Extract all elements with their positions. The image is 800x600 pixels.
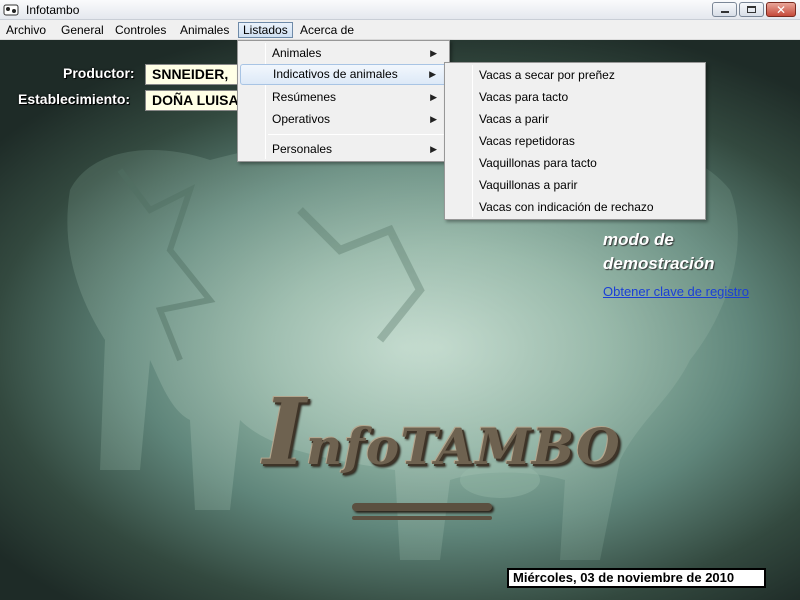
menu-bar: Archivo General Controles Animales Lista… bbox=[0, 20, 800, 40]
menu-item-label: Resúmenes bbox=[272, 90, 337, 104]
menu-item-vaquillonas-parir[interactable]: Vaquillonas a parir bbox=[447, 175, 703, 196]
title-bar: Infotambo ✕ bbox=[0, 0, 800, 20]
menu-item-vacas-tacto[interactable]: Vacas para tacto bbox=[447, 87, 703, 108]
submenu-arrow-icon: ▶ bbox=[430, 48, 437, 58]
menu-controles[interactable]: Controles bbox=[111, 22, 170, 38]
close-icon: ✕ bbox=[776, 3, 787, 17]
menu-item-personales[interactable]: Personales ▶ bbox=[240, 139, 447, 160]
logo-underline bbox=[352, 503, 492, 511]
menu-separator bbox=[268, 134, 445, 135]
menu-item-resumenes[interactable]: Resúmenes ▶ bbox=[240, 87, 447, 108]
menu-item-vacas-rechazo[interactable]: Vacas con indicación de rechazo bbox=[447, 197, 703, 218]
menu-listados[interactable]: Listados bbox=[238, 22, 293, 38]
date-display: Miércoles, 03 de noviembre de 2010 bbox=[507, 568, 766, 588]
submenu-arrow-icon: ▶ bbox=[429, 69, 436, 79]
register-link[interactable]: Obtener clave de registro bbox=[603, 284, 749, 299]
menu-archivo[interactable]: Archivo bbox=[2, 22, 50, 38]
establecimiento-field[interactable]: DOÑA LUISA bbox=[145, 90, 239, 111]
menu-animales[interactable]: Animales bbox=[176, 22, 233, 38]
menu-item-label: Operativos bbox=[272, 112, 331, 126]
establecimiento-label: Establecimiento: bbox=[18, 91, 131, 107]
menu-item-animales[interactable]: Animales ▶ bbox=[240, 43, 447, 64]
indicativos-submenu: Vacas a secar por preñez Vacas para tact… bbox=[444, 62, 706, 220]
menu-item-vacas-repetidoras[interactable]: Vacas repetidoras bbox=[447, 131, 703, 152]
submenu-arrow-icon: ▶ bbox=[430, 114, 437, 124]
menu-item-operativos[interactable]: Operativos ▶ bbox=[240, 109, 447, 130]
productor-label: Productor: bbox=[63, 65, 135, 81]
listados-menu: Animales ▶ Indicativos de animales ▶ Res… bbox=[237, 40, 450, 162]
logo-underline-thin bbox=[352, 516, 492, 520]
maximize-button[interactable] bbox=[739, 2, 764, 17]
logo-nfo: nfo bbox=[306, 417, 401, 476]
close-button[interactable]: ✕ bbox=[766, 2, 796, 17]
menu-item-vacas-secar[interactable]: Vacas a secar por preñez bbox=[447, 65, 703, 86]
productor-field[interactable]: SNNEIDER, bbox=[145, 64, 239, 85]
menu-item-label: Personales bbox=[272, 142, 333, 156]
demo-line-1: modo de bbox=[603, 230, 674, 249]
menu-item-vaquillonas-tacto[interactable]: Vaquillonas para tacto bbox=[447, 153, 703, 174]
logo-tambo: TAMBO bbox=[400, 417, 621, 476]
minimize-icon bbox=[721, 11, 729, 13]
submenu-arrow-icon: ▶ bbox=[430, 144, 437, 154]
minimize-button[interactable] bbox=[712, 2, 737, 17]
submenu-arrow-icon: ▶ bbox=[430, 92, 437, 102]
infotambo-logo: InfoTAMBO bbox=[263, 378, 621, 486]
demo-line-2: demostración bbox=[603, 254, 715, 273]
app-icon[interactable] bbox=[3, 2, 19, 18]
window-title: Infotambo bbox=[26, 3, 80, 17]
menu-general[interactable]: General bbox=[57, 22, 108, 38]
menu-item-label: Animales bbox=[272, 46, 322, 60]
menu-item-indicativos[interactable]: Indicativos de animales ▶ bbox=[240, 64, 447, 85]
menu-acerca-de[interactable]: Acerca de bbox=[296, 22, 358, 38]
restore-icon bbox=[747, 6, 756, 13]
menu-item-vacas-parir[interactable]: Vacas a parir bbox=[447, 109, 703, 130]
logo-letter-i: I bbox=[263, 378, 307, 486]
menu-item-label: Indicativos de animales bbox=[273, 67, 398, 81]
